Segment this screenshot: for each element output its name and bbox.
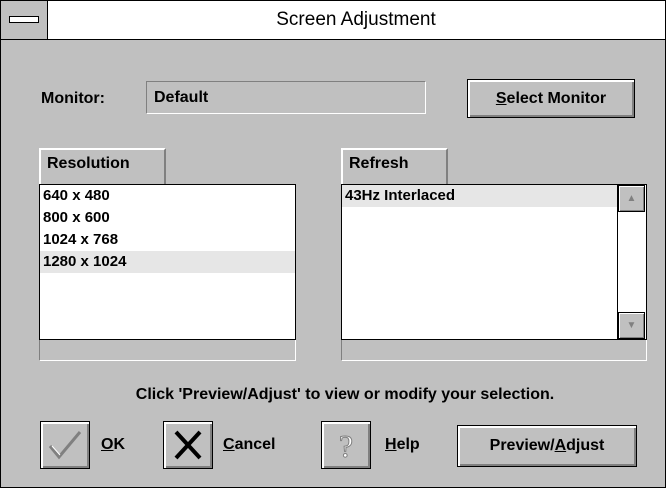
chevron-down-icon: ▼ bbox=[626, 320, 637, 331]
chevron-up-icon: ▲ bbox=[626, 193, 637, 204]
checkmark-icon bbox=[48, 431, 82, 460]
title-bar: Screen Adjustment bbox=[1, 1, 665, 40]
scroll-down-button[interactable]: ▼ bbox=[618, 312, 645, 339]
screen-adjustment-dialog: Screen Adjustment Monitor: Default Selec… bbox=[0, 0, 666, 488]
help-icon-button[interactable]: ? bbox=[321, 421, 371, 469]
resolution-item[interactable]: 800 x 600 bbox=[40, 207, 295, 229]
monitor-label: Monitor: bbox=[41, 90, 105, 107]
resolution-tab-label: Resolution bbox=[47, 155, 130, 172]
resolution-item[interactable]: 1024 x 768 bbox=[40, 229, 295, 251]
refresh-list[interactable]: 43Hz Interlaced ▲ ▼ bbox=[341, 184, 647, 340]
monitor-value: Default bbox=[154, 89, 209, 106]
ok-accel: O bbox=[101, 436, 114, 453]
ok-label: K bbox=[113, 436, 126, 453]
svg-text:?: ? bbox=[339, 428, 353, 464]
refresh-scrollbar[interactable]: ▲ ▼ bbox=[617, 185, 646, 339]
refresh-tab-label: Refresh bbox=[349, 155, 409, 172]
system-menu-icon bbox=[9, 16, 39, 23]
tab-refresh[interactable]: Refresh bbox=[341, 148, 448, 184]
hint-text: Click 'Preview/Adjust' to view or modify… bbox=[135, 386, 555, 403]
cancel-icon-button[interactable] bbox=[163, 421, 213, 469]
monitor-field: Default bbox=[146, 81, 426, 114]
window-title: Screen Adjustment bbox=[276, 9, 436, 30]
resolution-list[interactable]: 640 x 480 800 x 600 1024 x 768 1280 x 10… bbox=[39, 184, 296, 340]
help-label: elp bbox=[396, 436, 420, 453]
ok-button[interactable]: OK bbox=[101, 436, 125, 454]
select-monitor-label: elect Monitor bbox=[506, 90, 607, 107]
help-accel: H bbox=[385, 436, 397, 453]
system-menu-button[interactable] bbox=[1, 1, 48, 39]
preview-accel: A bbox=[554, 437, 567, 454]
x-icon bbox=[174, 430, 202, 460]
preview-label-rest: djust bbox=[566, 437, 605, 454]
cancel-accel: C bbox=[223, 436, 235, 453]
resolution-item[interactable]: 640 x 480 bbox=[40, 185, 295, 207]
refresh-item-selected[interactable]: 43Hz Interlaced bbox=[342, 185, 617, 207]
help-button[interactable]: Help bbox=[385, 436, 420, 454]
ok-icon-button[interactable] bbox=[40, 421, 90, 469]
cancel-label: ancel bbox=[234, 436, 276, 453]
refresh-shelf bbox=[341, 340, 647, 361]
select-monitor-button[interactable]: Select Monitor bbox=[467, 79, 635, 118]
question-icon: ? bbox=[338, 428, 353, 465]
select-monitor-accel: S bbox=[495, 90, 507, 107]
resolution-shelf bbox=[39, 340, 296, 361]
cancel-button[interactable]: Cancel bbox=[223, 436, 275, 454]
resolution-item-selected[interactable]: 1280 x 1024 bbox=[40, 251, 295, 273]
tab-resolution[interactable]: Resolution bbox=[39, 148, 166, 184]
preview-label: Preview/ bbox=[489, 437, 555, 454]
scroll-up-button[interactable]: ▲ bbox=[618, 185, 645, 212]
preview-adjust-button[interactable]: Preview/Adjust bbox=[457, 425, 637, 467]
